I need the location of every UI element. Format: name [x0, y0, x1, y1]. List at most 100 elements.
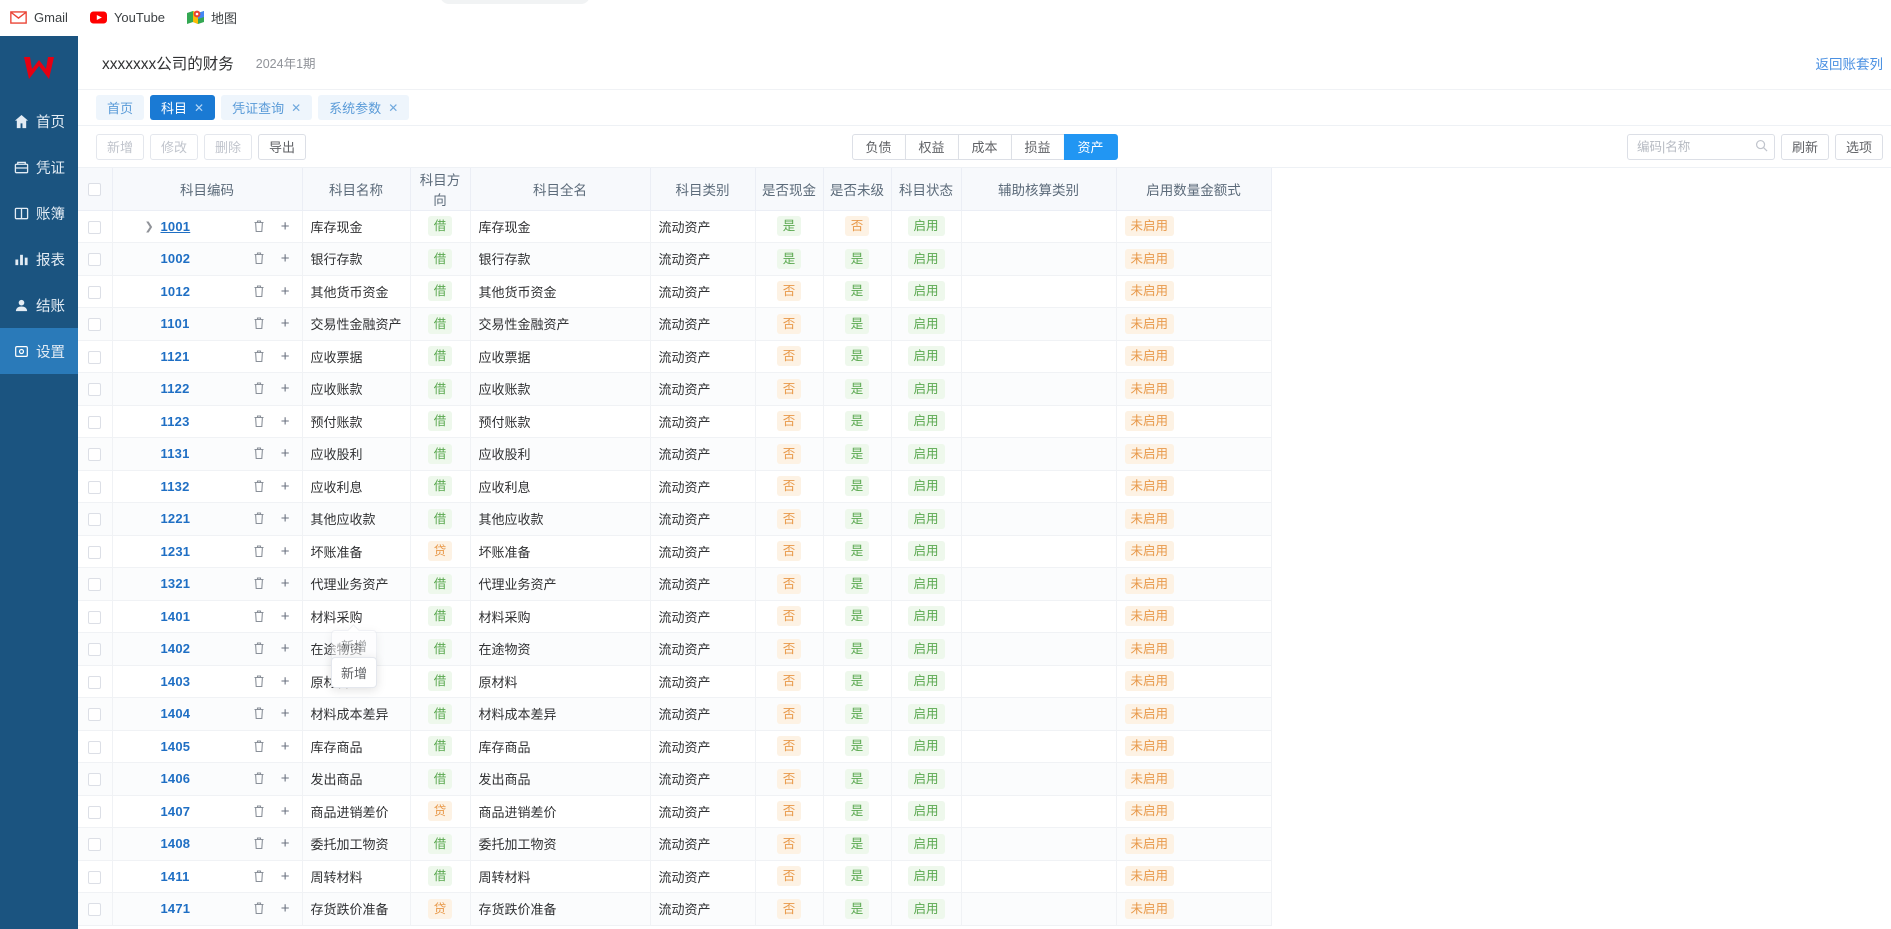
row-select-cell[interactable]	[78, 600, 113, 633]
plus-icon[interactable]: +	[281, 446, 290, 461]
code-text[interactable]: 1471	[161, 901, 191, 916]
trash-icon[interactable]	[253, 675, 265, 688]
table-row[interactable]: 1406 + 发出商品借发出商品 流动资产否是启用 未启用	[78, 762, 1272, 796]
category-liability[interactable]: 负债	[851, 133, 905, 160]
table-row[interactable]: 1131 + 应收股利借应收股利 流动资产否是启用 未启用	[78, 437, 1272, 471]
cell-code[interactable]: 1101 +	[112, 307, 303, 341]
table-row[interactable]: 1405 + 库存商品借库存商品 流动资产否是启用 未启用	[78, 730, 1272, 763]
trash-icon[interactable]	[253, 220, 265, 233]
plus-icon[interactable]: +	[281, 284, 290, 299]
code-text[interactable]: 1221	[161, 511, 191, 526]
add-button[interactable]: 新增	[96, 133, 145, 160]
code-text[interactable]: 1122	[161, 381, 190, 396]
cell-code[interactable]: 1132 +	[112, 470, 303, 503]
cell-code[interactable]: 1122 +	[112, 372, 303, 406]
code-text[interactable]: 1123	[161, 414, 190, 429]
row-checkbox[interactable]	[88, 448, 102, 462]
code-text[interactable]: 1002	[161, 251, 191, 266]
plus-icon[interactable]: +	[281, 381, 290, 396]
row-select-cell[interactable]	[78, 730, 113, 763]
category-equity[interactable]: 权益	[904, 133, 958, 160]
row-checkbox[interactable]	[88, 838, 102, 852]
trash-icon[interactable]	[253, 772, 265, 785]
trash-icon[interactable]	[253, 577, 265, 590]
plus-icon[interactable]: +	[281, 901, 290, 916]
row-select-cell[interactable]	[78, 535, 113, 568]
table-row[interactable]: 1408 + 委托加工物资借委托加工物资 流动资产否是启用 未启用	[78, 827, 1272, 861]
table-row[interactable]: 1407 + 商品进销差价贷商品进销差价 流动资产否是启用 未启用	[78, 795, 1272, 828]
plus-icon[interactable]: +	[281, 804, 290, 819]
sidebar-item-settings[interactable]: 设置	[0, 328, 78, 374]
code-text[interactable]: 1321	[161, 576, 191, 591]
row-checkbox[interactable]	[88, 740, 102, 754]
row-checkbox[interactable]	[88, 480, 102, 494]
trash-icon[interactable]	[253, 870, 265, 883]
code-text[interactable]: 1132	[161, 479, 190, 494]
row-checkbox[interactable]	[88, 545, 102, 559]
row-checkbox[interactable]	[88, 415, 102, 429]
trash-icon[interactable]	[253, 480, 265, 493]
code-text[interactable]: 1401	[161, 609, 191, 624]
row-select-cell[interactable]	[78, 470, 113, 503]
row-checkbox[interactable]	[88, 610, 102, 624]
row-select-cell[interactable]	[78, 437, 113, 471]
trash-icon[interactable]	[253, 642, 265, 655]
row-checkbox[interactable]	[88, 285, 102, 299]
trash-icon[interactable]	[253, 512, 265, 525]
cell-code[interactable]: ❯ 1001 +	[112, 210, 303, 243]
table-row[interactable]: 1002 + 银行存款借银行存款 流动资产是是启用 未启用	[78, 242, 1272, 276]
table-container[interactable]: 科目编码 科目名称 科目方向 科目全名 科目类别 是否现金 是否未级 科目状态 …	[78, 168, 1891, 929]
tab-home[interactable]: 首页	[96, 95, 145, 120]
row-checkbox[interactable]	[88, 383, 102, 397]
cell-code[interactable]: 1002 +	[112, 242, 303, 276]
sidebar-item-report[interactable]: 报表	[0, 236, 78, 282]
cell-code[interactable]: 1221 +	[112, 502, 303, 536]
search-icon[interactable]	[1755, 139, 1768, 155]
cell-code[interactable]: 1411 +	[112, 860, 303, 893]
select-all-checkbox[interactable]	[88, 183, 102, 197]
trash-icon[interactable]	[253, 285, 265, 298]
bookmark-gmail[interactable]: Gmail	[10, 9, 68, 26]
table-row[interactable]: 1231 + 坏账准备贷坏账准备 流动资产否是启用 未启用	[78, 535, 1272, 568]
row-select-cell[interactable]	[78, 275, 113, 308]
row-checkbox[interactable]	[88, 253, 102, 267]
expand-chevron-icon[interactable]: ❯	[145, 220, 161, 233]
edit-button[interactable]: 修改	[150, 133, 199, 160]
row-select-cell[interactable]	[78, 502, 113, 536]
code-text[interactable]: 1406	[161, 771, 191, 786]
row-checkbox[interactable]	[88, 513, 102, 527]
row-select-cell[interactable]	[78, 665, 113, 698]
code-text[interactable]: 1404	[161, 706, 191, 721]
table-row[interactable]: 1101 + 交易性金融资产借交易性金融资产 流动资产否是启用 未启用	[78, 307, 1272, 341]
table-row[interactable]: ❯ 1001 + 库存现金借库存现金 流动资产是否启用 未启用	[78, 210, 1272, 243]
plus-icon[interactable]: +	[281, 641, 290, 656]
row-checkbox[interactable]	[88, 318, 102, 332]
plus-icon[interactable]: +	[281, 316, 290, 331]
trash-icon[interactable]	[253, 902, 265, 915]
row-select-cell[interactable]	[78, 567, 113, 601]
row-checkbox[interactable]	[88, 773, 102, 787]
row-checkbox[interactable]	[88, 350, 102, 364]
cell-code[interactable]: 1403 +	[112, 665, 303, 698]
sidebar-item-voucher[interactable]: 凭证	[0, 144, 78, 190]
bookmark-youtube[interactable]: YouTube	[89, 9, 165, 26]
tab-voucher-query[interactable]: 凭证查询 ✕	[221, 95, 313, 120]
plus-icon[interactable]: +	[281, 479, 290, 494]
row-select-cell[interactable]	[78, 892, 113, 926]
search-input[interactable]	[1626, 133, 1775, 160]
table-row[interactable]: 1123 + 预付账款借预付账款 流动资产否是启用 未启用	[78, 405, 1272, 438]
row-checkbox[interactable]	[88, 643, 102, 657]
cell-code[interactable]: 1406 +	[112, 762, 303, 796]
code-text[interactable]: 1121	[161, 349, 190, 364]
row-checkbox[interactable]	[88, 578, 102, 592]
close-icon[interactable]: ✕	[291, 101, 301, 115]
row-select-cell[interactable]	[78, 762, 113, 796]
plus-icon[interactable]: +	[281, 544, 290, 559]
plus-icon[interactable]: +	[281, 414, 290, 429]
row-select-cell[interactable]	[78, 827, 113, 861]
plus-icon[interactable]: +	[281, 251, 290, 266]
trash-icon[interactable]	[253, 415, 265, 428]
row-select-cell[interactable]	[78, 307, 113, 341]
code-text[interactable]: 1408	[161, 836, 191, 851]
cell-code[interactable]: 1231 +	[112, 535, 303, 568]
